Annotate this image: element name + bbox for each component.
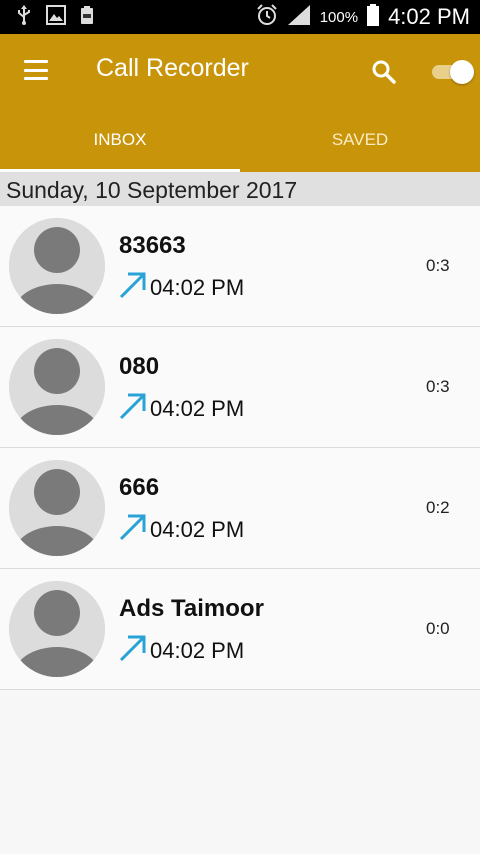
outgoing-call-arrow-icon — [118, 512, 148, 547]
battery-icon — [366, 3, 380, 31]
caller-name: 83663 — [119, 232, 186, 259]
signal-icon — [286, 4, 312, 31]
call-duration: 0:3 — [426, 256, 450, 275]
call-row[interactable]: 83663 04:02 PM 0:3 — [0, 206, 480, 327]
call-time-group: 04:02 PM — [118, 633, 244, 668]
call-time-group: 04:02 PM — [118, 270, 244, 305]
tab-saved-label: SAVED — [331, 130, 389, 149]
date-section-header: Sunday, 10 September 2017 — [0, 172, 480, 206]
caller-name: 666 — [119, 474, 160, 501]
tab-inbox[interactable]: INBOX — [0, 108, 240, 172]
app-title: Call Recorder — [96, 54, 249, 82]
tab-inbox-label: INBOX — [93, 130, 147, 149]
outgoing-call-arrow-icon — [118, 391, 148, 426]
battery-percent: 100% — [319, 8, 359, 26]
caller-name: 080 — [119, 353, 160, 380]
contact-avatar-icon — [9, 339, 105, 435]
call-time: 04:02 PM — [150, 274, 245, 300]
alarm-icon — [256, 3, 278, 31]
status-bar-system: 100% 4:02 PM — [248, 3, 470, 31]
toggle-knob — [450, 60, 474, 84]
battery-small-icon — [80, 5, 94, 30]
status-time: 4:02 PM — [388, 4, 470, 29]
call-time-group: 04:02 PM — [118, 391, 244, 426]
call-duration: 0:2 — [426, 498, 450, 517]
call-list: 83663 04:02 PM 0:3 080 04:02 PM 0:3 666 … — [0, 206, 480, 690]
call-row[interactable]: 666 04:02 PM 0:2 — [0, 448, 480, 569]
status-bar: 100% 4:02 PM — [0, 0, 480, 34]
contact-avatar-icon — [9, 581, 105, 677]
call-time: 04:02 PM — [150, 516, 245, 542]
contact-avatar-icon — [9, 460, 105, 556]
contact-avatar-icon — [9, 218, 105, 314]
call-time-group: 04:02 PM — [118, 512, 244, 547]
search-icon[interactable] — [370, 58, 398, 86]
hamburger-menu-icon[interactable] — [22, 58, 50, 82]
app-bar: Call Recorder INBOX SAVED — [0, 34, 480, 172]
call-time: 04:02 PM — [150, 637, 245, 663]
call-time: 04:02 PM — [150, 395, 245, 421]
call-duration: 0:0 — [426, 619, 450, 638]
caller-name: Ads Taimoor — [119, 595, 264, 622]
status-bar-notifications — [16, 4, 108, 30]
recording-toggle[interactable] — [430, 60, 474, 84]
usb-icon — [16, 4, 32, 30]
outgoing-call-arrow-icon — [118, 633, 148, 668]
call-row[interactable]: Ads Taimoor 04:02 PM 0:0 — [0, 569, 480, 690]
image-icon — [46, 4, 66, 30]
tab-bar: INBOX SAVED — [0, 108, 480, 172]
call-duration: 0:3 — [426, 377, 450, 396]
toolbar: Call Recorder — [0, 34, 480, 108]
outgoing-call-arrow-icon — [118, 270, 148, 305]
tab-saved[interactable]: SAVED — [240, 108, 480, 172]
call-row[interactable]: 080 04:02 PM 0:3 — [0, 327, 480, 448]
